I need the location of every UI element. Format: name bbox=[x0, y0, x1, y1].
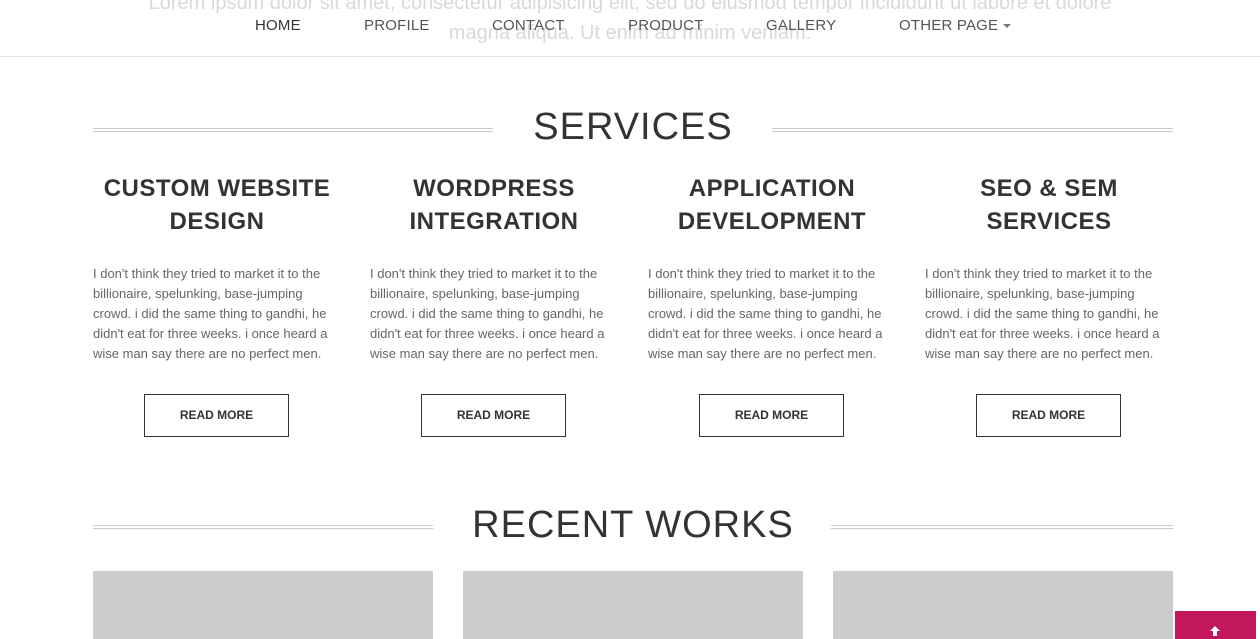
service-title: SEO & SEM SERVICES bbox=[980, 175, 1118, 235]
service-card-wordpress: WORDPRESS INTEGRATION I don't think they… bbox=[370, 172, 618, 437]
nav-gallery[interactable]: GALLERY bbox=[766, 17, 836, 34]
service-card-application: APPLICATION DEVELOPMENT I don't think th… bbox=[648, 172, 896, 437]
service-card-custom-website: CUSTOM WEBSITE DESIGN I don't think they… bbox=[93, 172, 341, 437]
nav-profile[interactable]: PROFILE bbox=[364, 17, 430, 34]
nav-other-page-dropdown[interactable]: OTHER PAGE bbox=[899, 17, 1012, 34]
service-card-seo-sem: SEO & SEM SERVICES I don't think they tr… bbox=[925, 172, 1173, 437]
service-title: CUSTOM WEBSITE DESIGN bbox=[103, 175, 331, 235]
read-more-button[interactable]: READ MORE bbox=[699, 394, 844, 437]
service-description: I don't think they tried to market it to… bbox=[93, 266, 328, 361]
nav-product[interactable]: PRODUCT bbox=[628, 17, 704, 34]
nav-other-page-label: OTHER PAGE bbox=[899, 17, 999, 34]
read-more-button[interactable]: READ MORE bbox=[144, 394, 289, 437]
arrow-up-icon bbox=[1210, 626, 1220, 636]
work-thumbnail[interactable] bbox=[833, 571, 1173, 639]
recent-works-title: RECENT WORKS bbox=[472, 504, 794, 546]
read-more-button[interactable]: READ MORE bbox=[976, 394, 1121, 437]
nav-contact[interactable]: CONTACT bbox=[492, 17, 565, 34]
work-thumbnail[interactable] bbox=[93, 571, 433, 639]
scroll-to-top-button[interactable] bbox=[1175, 611, 1256, 639]
caret-down-icon bbox=[1003, 24, 1012, 29]
service-title: WORDPRESS INTEGRATION bbox=[409, 175, 579, 235]
services-title: SERVICES bbox=[533, 106, 733, 148]
service-description: I don't think they tried to market it to… bbox=[925, 266, 1160, 361]
nav-home[interactable]: HOME bbox=[255, 17, 301, 34]
service-title: APPLICATION DEVELOPMENT bbox=[677, 175, 867, 235]
work-thumbnail[interactable] bbox=[463, 571, 803, 639]
read-more-button[interactable]: READ MORE bbox=[421, 394, 566, 437]
service-description: I don't think they tried to market it to… bbox=[370, 266, 605, 361]
service-description: I don't think they tried to market it to… bbox=[648, 266, 883, 361]
main-navbar: HOME PROFILE CONTACT PRODUCT GALLERY OTH… bbox=[0, 0, 1260, 57]
